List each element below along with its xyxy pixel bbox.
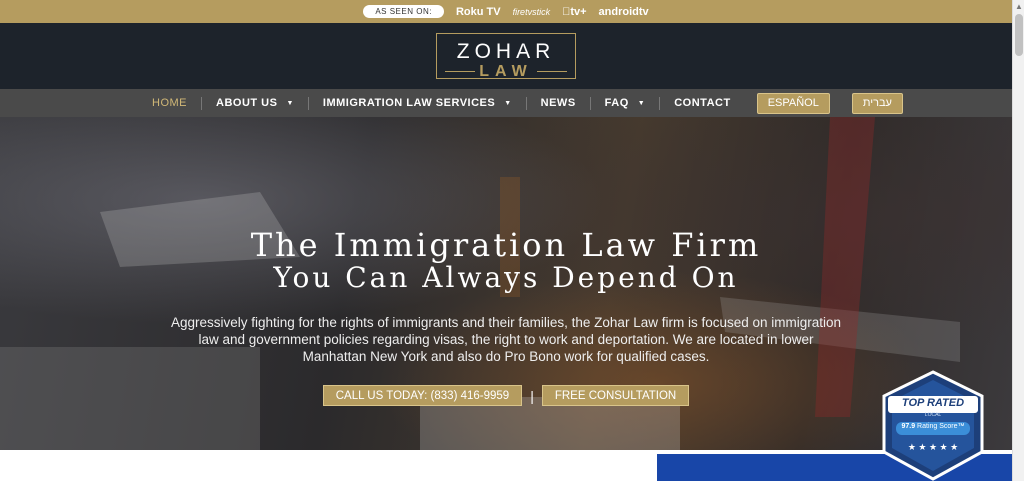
hebrew-button[interactable]: עברית [851,92,903,114]
site-header: ZOHAR LAW [0,23,1012,89]
logo-word-zohar: ZOHAR [456,40,556,63]
espanol-button[interactable]: ESPAÑOL [756,92,830,114]
as-seen-on-label: AS SEEN ON: [363,5,444,18]
scroll-up-icon[interactable]: ▲ [1015,2,1023,11]
logo-rule-right [537,71,567,72]
roku-tv-logo: Roku TV [455,5,501,18]
apple-tv-logo: tv+ [562,6,586,18]
cta-separator: | [530,387,534,404]
main-nav: HOME ABOUT US ▼ IMMIGRATION LAW SERVICES… [0,89,1012,117]
caret-down-icon: ▼ [286,99,294,107]
nav-item-about-us[interactable]: ABOUT US ▼ [202,96,309,110]
caret-down-icon: ▼ [504,99,512,107]
firetvstick-logo: firetvstick [512,6,551,17]
logo-word-law: LAW [479,63,533,80]
call-us-button[interactable]: CALL US TODAY: (833) 416-9959 [322,385,523,406]
badge-label: TOP RATED [901,397,965,409]
page-scrollbar[interactable]: ▲ [1012,0,1024,481]
scrollbar-thumb[interactable] [1015,14,1023,56]
free-consultation-button[interactable]: FREE CONSULTATION [541,385,690,406]
badge-stars: ★ ★ ★ ★ ★ [907,442,959,452]
nav-item-faq[interactable]: FAQ ▼ [591,96,661,110]
badge-score: 97.9 Rating Score™ [901,423,965,430]
nav-item-immigration-law-services[interactable]: IMMIGRATION LAW SERVICES ▼ [309,96,527,110]
nav-item-home[interactable]: HOME [138,96,202,110]
zohar-law-logo[interactable]: ZOHAR LAW [436,33,576,80]
androidtv-logo: androidtv [594,5,649,18]
as-seen-on-bar: AS SEEN ON: Roku TV firetvstick tv+ and… [0,0,1012,23]
hero-section: The Immigration Law Firm You Can Always … [0,117,1012,450]
nav-item-news[interactable]: NEWS [527,96,591,110]
nav-item-contact[interactable]: CONTACT [660,97,744,110]
caret-down-icon: ▼ [637,99,646,107]
badge-sub: LOCAL [924,412,942,418]
top-rated-badge[interactable]: TOP RATED LOCAL 97.9 Rating Score™ ★ ★ ★… [878,370,988,481]
hero-title-line1: The Immigration Law Firm [250,226,762,264]
hero-description: Aggressively fighting for the rights of … [170,315,842,364]
hero-title-line2: You Can Always Depend On [273,261,739,294]
hero-cta-row: CALL US TODAY: (833) 416-9959 | FREE CON… [0,385,1012,406]
